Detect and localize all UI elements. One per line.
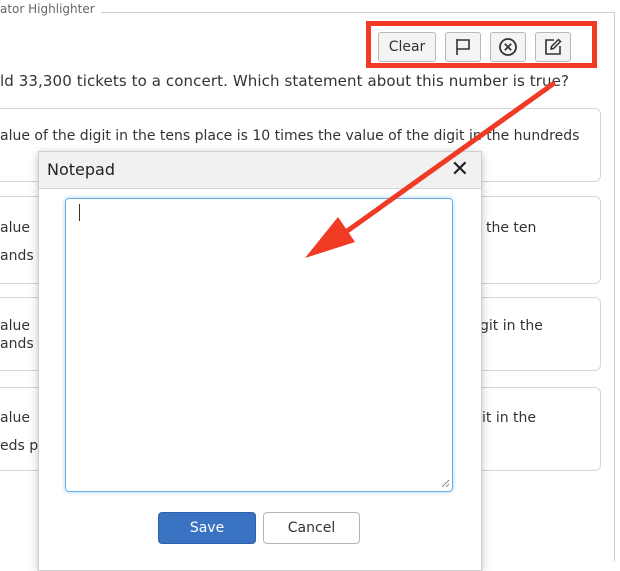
notepad-header: Notepad ✕ xyxy=(39,152,481,189)
option-text: alue xyxy=(0,220,30,236)
save-button[interactable]: Save xyxy=(158,512,256,544)
annotation-highlight-box xyxy=(366,21,597,68)
option-text: ands xyxy=(0,248,34,264)
tool-label: ator Highlighter xyxy=(0,2,101,16)
notepad-dialog: Notepad ✕ xyxy=(38,151,482,571)
close-icon[interactable]: ✕ xyxy=(451,157,469,182)
option-text: eds p xyxy=(0,438,39,454)
text-cursor xyxy=(79,204,80,221)
option-text: alue xyxy=(0,318,30,334)
notepad-textarea[interactable] xyxy=(65,198,453,492)
cancel-button[interactable]: Cancel xyxy=(263,512,360,544)
option-text: ands xyxy=(0,336,34,352)
option-text: git in the xyxy=(480,318,543,334)
resize-grip-icon[interactable] xyxy=(440,478,450,488)
notepad-title: Notepad xyxy=(47,160,115,179)
option-text: alue of the digit in the tens place is 1… xyxy=(0,128,580,144)
question-text: ld 33,300 tickets to a concert. Which st… xyxy=(0,72,570,90)
option-text: the ten xyxy=(486,220,537,236)
option-text: it in the xyxy=(482,410,537,426)
option-text: alue xyxy=(0,410,30,426)
